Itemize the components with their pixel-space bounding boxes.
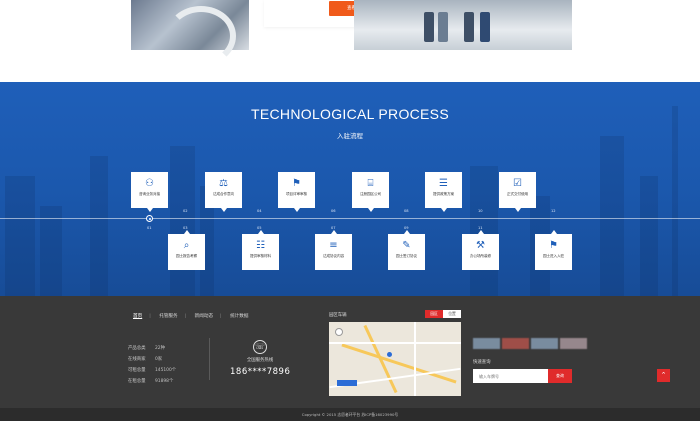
location-map[interactable] <box>329 322 461 396</box>
process-step-label: 正式交付使用 <box>507 192 528 196</box>
footer: 首页 | 托管服务 | 新闻动态 | 统计数据 产品总类 22种 在线商家 0家 可租总量… <box>0 296 700 408</box>
flag-icon: ⚑ <box>549 240 558 251</box>
footer-nav-home[interactable]: 首页 <box>133 314 142 319</box>
sign-icon: ✎ <box>402 240 411 251</box>
step-number: 09 <box>404 226 409 230</box>
process-step-label: 办公场所装修 <box>470 254 491 258</box>
stat-row: 在线商家 0家 <box>128 357 163 362</box>
map-tabs: 园区 位置 <box>425 310 461 318</box>
layers-icon: ≡ <box>329 240 338 251</box>
process-step-02[interactable]: ⌕ 园士报告考察 <box>168 230 205 270</box>
process-title: TECHNOLOGICAL PROCESS <box>251 106 449 122</box>
hotline-number[interactable]: 186****7896 <box>230 367 290 377</box>
process-step-label: 达成合作意向 <box>213 192 234 196</box>
footer-nav-news[interactable]: 新闻动态 <box>195 314 213 319</box>
process-step-04[interactable]: ☷ 提供审核材料 <box>242 230 279 270</box>
footer-nav: 首页 | 托管服务 | 新闻动态 | 统计数据 <box>133 314 249 319</box>
process-step-05[interactable]: ⚑ 项目评审审核 <box>278 172 315 212</box>
process-step-label: 园士报告考察 <box>176 254 197 258</box>
stats-list: 产品总类 22种 在线商家 0家 可租总量 145100个 在租总量 91898个 <box>128 343 176 387</box>
step-number: 02 <box>183 209 188 213</box>
process-subtitle: 入驻流程 <box>337 132 363 140</box>
map-tab-park[interactable]: 园区 <box>425 310 443 318</box>
plate-number-input[interactable] <box>473 369 548 383</box>
partner-logo[interactable] <box>531 338 558 349</box>
partner-logo[interactable] <box>473 338 500 349</box>
timeline-start-dot <box>146 215 153 222</box>
stat-row: 在租总量 91898个 <box>128 379 174 384</box>
footer-nav-hosting[interactable]: 托管服务 <box>159 314 177 319</box>
architecture-photo[interactable] <box>131 0 249 66</box>
building-icon: ⌸ <box>367 178 374 189</box>
process-step-06[interactable]: ≡ 达成协议内容 <box>315 230 352 270</box>
timeline-line <box>0 218 700 219</box>
step-number: 05 <box>257 226 262 230</box>
process-step-09[interactable]: ☰ 提供政策方案 <box>425 172 462 212</box>
process-step-07[interactable]: ⌸ 注册园区公司 <box>352 172 389 212</box>
partner-logo[interactable] <box>560 338 587 349</box>
process-step-11[interactable]: ☑ 正式交付使用 <box>499 172 536 212</box>
paint-roller-icon: ⚒ <box>476 240 485 251</box>
phone-icon: ☏ <box>253 340 267 354</box>
partner-logos <box>473 334 589 353</box>
hotline-block: ☏ 全国服务热线 186****7896 <box>230 340 290 377</box>
process-step-label: 提供审核材料 <box>250 254 271 258</box>
process-step-03[interactable]: ⚖ 达成合作意向 <box>205 172 242 212</box>
quick-search-label: 快速查询 <box>473 360 491 365</box>
copyright-bar: Copyright © 2015 志愿者环平台 苏ICP备16023990号 <box>0 408 700 421</box>
hotline-label: 全国服务热线 <box>246 358 274 363</box>
page: 查看详情 TECHNOLOGICAL PROCESS 入驻流程 ⚇ 咨询业务对接 ⚖… <box>0 0 700 421</box>
step-number: 11 <box>478 226 483 230</box>
calendar-check-icon: ☑ <box>513 178 522 189</box>
top-section: 查看详情 <box>0 0 700 82</box>
process-step-label: 咨询业务对接 <box>139 192 160 196</box>
file-icon: ☷ <box>256 240 265 251</box>
process-step-label: 项目评审审核 <box>286 192 307 196</box>
back-to-top-icon[interactable]: ⌃ <box>657 369 670 382</box>
step-number: 12 <box>551 209 556 213</box>
process-step-label: 提供政策方案 <box>433 192 454 196</box>
document-icon: ☰ <box>439 178 448 189</box>
stat-row: 产品总类 22种 <box>128 346 165 351</box>
stat-row: 可租总量 145100个 <box>128 368 177 373</box>
office-people-photo[interactable] <box>354 0 572 50</box>
footer-nav-stats[interactable]: 统计数据 <box>230 314 248 319</box>
process-step-label: 注册园区公司 <box>360 192 381 196</box>
map-label: 园区车辆 <box>329 313 347 318</box>
process-step-label: 园士签订协议 <box>396 254 417 258</box>
map-nav-control-icon[interactable] <box>335 328 343 336</box>
divider <box>209 338 210 380</box>
process-step-label: 达成协议内容 <box>323 254 344 258</box>
process-section: TECHNOLOGICAL PROCESS 入驻流程 ⚇ 咨询业务对接 ⚖ 达成合作意… <box>0 82 700 296</box>
stamp-icon: ⚑ <box>292 178 301 189</box>
step-number: 01 <box>147 226 152 230</box>
process-step-12[interactable]: ⚑ 园士进入入驻 <box>535 230 572 270</box>
map-tab-location[interactable]: 位置 <box>443 310 461 318</box>
step-number: 08 <box>404 209 409 213</box>
step-number: 03 <box>183 226 188 230</box>
map-marker-icon <box>387 352 392 357</box>
query-button[interactable]: 查询 <box>548 369 572 383</box>
search-icon: ⌕ <box>183 240 190 251</box>
partner-logo[interactable] <box>502 338 529 349</box>
process-step-10[interactable]: ⚒ 办公场所装修 <box>462 230 499 270</box>
process-step-label: 园士进入入驻 <box>543 254 564 258</box>
step-number: 04 <box>257 209 262 213</box>
step-number: 07 <box>331 226 336 230</box>
step-number: 10 <box>478 209 483 213</box>
handshake-icon: ⚖ <box>219 178 228 189</box>
process-step-08[interactable]: ✎ 园士签订协议 <box>388 230 425 270</box>
users-icon: ⚇ <box>145 178 154 189</box>
step-number: 06 <box>331 209 336 213</box>
process-step-01[interactable]: ⚇ 咨询业务对接 <box>131 172 168 212</box>
map-logo <box>337 380 357 386</box>
